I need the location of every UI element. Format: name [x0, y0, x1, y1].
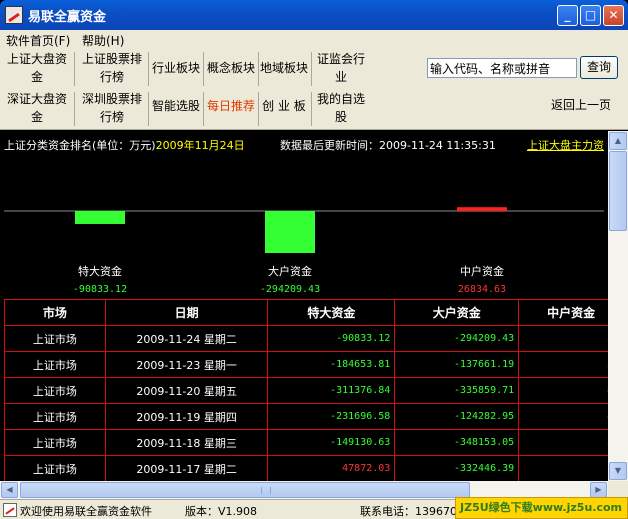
chart-bar: [265, 211, 315, 253]
horizontal-scroll-thumb[interactable]: [20, 482, 470, 498]
menu-file[interactable]: 软件首页(F): [6, 32, 70, 49]
query-button[interactable]: 查询: [580, 56, 618, 79]
table-cell: -137661.19: [394, 351, 520, 378]
watermark-badge: JZ5U绿色下载www.jz5u.com: [455, 497, 628, 519]
column-header[interactable]: 大户资金: [394, 299, 520, 326]
table-row[interactable]: 上证市场2009-11-20 星期五-311376.84-335859.7180: [4, 377, 608, 404]
table-cell: 上证市场: [4, 403, 106, 430]
table-cell: -294209.43: [394, 325, 520, 352]
table-cell: 2009-11-18 星期三: [104, 429, 269, 456]
status-version: 版本：V1.908: [185, 505, 258, 518]
concept-sector-button[interactable]: 概念板块: [205, 58, 257, 78]
table-cell: 83: [518, 403, 608, 430]
sz-stock-ranking-button[interactable]: 深圳股票排行榜: [78, 90, 146, 126]
column-header[interactable]: 特大资金: [267, 299, 396, 326]
column-header[interactable]: 市场: [4, 299, 106, 326]
chart-bar: [75, 211, 125, 224]
update-time: 数据最后更新时间：2009-11-24 11:35:31: [280, 139, 496, 152]
table-cell: 25: [518, 429, 608, 456]
table-cell: 上证市场: [4, 325, 106, 352]
menu-help[interactable]: 帮助(H): [82, 32, 124, 49]
table-cell: 上证市场: [4, 377, 106, 404]
table-cell: 2009-11-20 星期五: [104, 377, 269, 404]
table-cell: -124282.95: [394, 403, 520, 430]
title-bar: 易联全赢资金 _ □ ✕: [0, 0, 628, 30]
scroll-up-icon[interactable]: ▲: [609, 132, 627, 150]
table-cell: 上证市场: [4, 429, 106, 456]
vertical-scroll-thumb[interactable]: [609, 151, 627, 231]
app-logo-icon: [5, 6, 23, 24]
column-header[interactable]: 日期: [104, 299, 269, 326]
table-cell: 上证市场: [4, 455, 106, 481]
status-logo-icon: [3, 503, 17, 517]
chart-value-label: -294209.43: [259, 284, 321, 295]
chart-value-label: -90833.12: [72, 284, 128, 295]
table-cell: -231696.58: [267, 403, 396, 430]
table-cell: 80: [518, 377, 608, 404]
sh-market-fund-button[interactable]: 上证大盘资金: [4, 50, 70, 86]
scroll-left-icon[interactable]: ◀: [1, 482, 18, 498]
table-cell: 2009-11-23 星期一: [104, 351, 269, 378]
table-row[interactable]: 上证市场2009-11-19 星期四-231696.58-124282.9583: [4, 403, 608, 430]
scroll-right-icon[interactable]: ▶: [590, 482, 607, 498]
sz-market-fund-button[interactable]: 深证大盘资金: [4, 90, 70, 126]
chart-value-label: 26834.63: [457, 284, 507, 295]
column-header[interactable]: 中户资金: [518, 299, 608, 326]
table-cell: -149130.63: [267, 429, 396, 456]
csrc-industry-button[interactable]: 证监会行业: [314, 50, 368, 86]
gem-board-button[interactable]: 创 业 板: [259, 96, 309, 116]
toolbar: 上证大盘资金 上证股票排行榜 行业板块 概念板块 地域板块 证监会行业 深证大盘…: [0, 48, 628, 130]
minimize-button[interactable]: _: [557, 5, 578, 26]
close-button[interactable]: ✕: [603, 5, 624, 26]
fund-bar-chart: 特大资金 大户资金 中户资金 -90833.12 -294209.43 2683…: [0, 171, 608, 301]
back-button[interactable]: 返回上一页: [551, 96, 611, 113]
table-row[interactable]: 上证市场2009-11-18 星期三-149130.63-348153.0525: [4, 429, 608, 456]
chart-category-label: 中户资金: [460, 265, 504, 278]
table-cell: 26: [518, 325, 608, 352]
sh-main-fund-link[interactable]: 上证大盘主力资: [527, 137, 604, 153]
search-input[interactable]: [427, 58, 577, 78]
chart-category-label: 特大资金: [78, 265, 122, 278]
fund-bar-chart-svg: [4, 207, 604, 253]
fund-table: 市场 日期 特大资金 大户资金 中户资金 上证市场 2009-11-24 星期二 -…: [4, 299, 608, 481]
maximize-button[interactable]: □: [580, 5, 601, 26]
table-cell: -90833.12: [267, 325, 396, 352]
table-cell: -335859.71: [394, 377, 520, 404]
table-row[interactable]: 上证市场2009-11-17 星期二47872.03-332446.39-4: [4, 455, 608, 481]
table-cell: 上证市场: [4, 351, 106, 378]
table-cell: -184653.81: [267, 351, 396, 378]
my-watchlist-button[interactable]: 我的自选股: [314, 90, 368, 126]
table-cell: -311376.84: [267, 377, 396, 404]
menu-bar: 软件首页(F) 帮助(H): [0, 30, 628, 48]
main-content: 上证分类资金排名(单位：万元)2009年11月24日 数据最后更新时间：2009…: [0, 131, 608, 481]
chart-category-label: 大户资金: [268, 265, 312, 278]
industry-sector-button[interactable]: 行业板块: [150, 58, 202, 78]
table-cell: 56: [518, 351, 608, 378]
table-cell: 2009-11-17 星期二: [104, 455, 269, 481]
smart-stock-pick-button[interactable]: 智能选股: [150, 96, 202, 116]
table-cell: -348153.05: [394, 429, 520, 456]
table-row[interactable]: 上证市场2009-11-24 星期二-90833.12-294209.4326: [4, 325, 608, 352]
header-date: 2009年11月24日: [155, 139, 245, 152]
table-row[interactable]: 上证市场2009-11-23 星期一-184653.81-137661.1956: [4, 351, 608, 378]
table-cell: -4: [518, 455, 608, 481]
table-cell: 2009-11-19 星期四: [104, 403, 269, 430]
table-header-row: 市场 日期 特大资金 大户资金 中户资金: [4, 299, 608, 326]
ranking-header: 上证分类资金排名(单位：万元)2009年11月24日: [4, 139, 245, 152]
vertical-scrollbar[interactable]: ▲ ▼: [608, 131, 628, 481]
table-cell: -332446.39: [394, 455, 520, 481]
window-title: 易联全赢资金: [28, 10, 107, 25]
table-cell: 47872.03: [267, 455, 396, 481]
region-sector-button[interactable]: 地域板块: [259, 58, 309, 78]
table-cell: 2009-11-24 星期二: [104, 325, 269, 352]
chart-bar: [457, 207, 507, 211]
scroll-down-icon[interactable]: ▼: [609, 462, 627, 480]
status-welcome: 欢迎使用易联全赢资金软件: [20, 505, 152, 518]
sh-stock-ranking-button[interactable]: 上证股票排行榜: [78, 50, 146, 86]
daily-recommend-button[interactable]: 每日推荐: [205, 96, 257, 116]
